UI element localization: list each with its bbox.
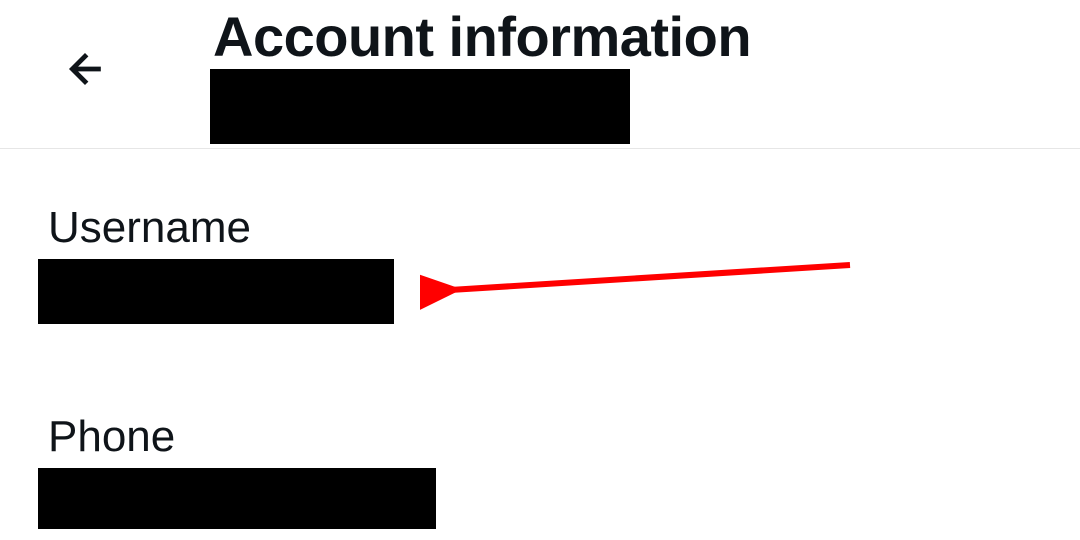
username-label: Username (48, 203, 1080, 253)
arrow-left-icon (62, 46, 108, 92)
content-area: Username Phone (0, 149, 1080, 529)
phone-row[interactable]: Phone (48, 412, 1080, 529)
phone-value-redaction (38, 468, 436, 529)
phone-label: Phone (48, 412, 1080, 462)
username-value-redaction (38, 259, 394, 324)
page-header: Account information (0, 0, 1080, 149)
username-row[interactable]: Username (48, 203, 1080, 324)
back-button[interactable] (58, 42, 112, 96)
header-subtitle-redaction (210, 69, 630, 144)
page-title: Account information (213, 4, 751, 69)
